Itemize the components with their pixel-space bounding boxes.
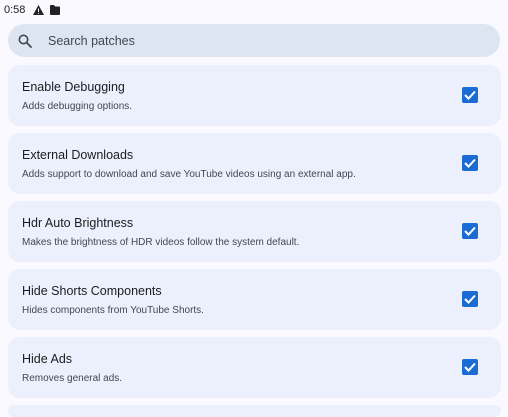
check-icon <box>464 362 476 372</box>
patch-checkbox[interactable] <box>462 359 478 375</box>
patch-description: Removes general ads. <box>22 373 123 384</box>
check-icon <box>464 294 476 304</box>
patch-checkbox[interactable] <box>462 291 478 307</box>
patch-title: Hide Shorts Components <box>22 284 162 298</box>
check-icon <box>464 158 476 168</box>
patch-description: Adds support to download and save YouTub… <box>22 169 356 180</box>
sd-card-icon <box>50 5 61 15</box>
check-icon <box>464 90 476 100</box>
status-time: 0:58 <box>4 4 26 16</box>
patch-description: Adds debugging options. <box>22 101 133 112</box>
patch-card-hide-ads[interactable]: Hide Ads Removes general ads. <box>8 337 501 398</box>
search-input[interactable] <box>48 33 468 48</box>
patch-description: Hides components from YouTube Shorts. <box>22 305 204 316</box>
patch-card-enable-debugging[interactable]: Enable Debugging Adds debugging options. <box>8 65 501 126</box>
search-icon <box>18 34 34 48</box>
patch-title: Hdr Auto Brightness <box>22 216 134 230</box>
patch-title: External Downloads <box>22 148 134 162</box>
patch-title: Enable Debugging <box>22 80 125 94</box>
search-bar[interactable] <box>8 24 500 57</box>
check-icon <box>464 226 476 236</box>
patch-checkbox[interactable] <box>462 223 478 239</box>
patch-card-hdr-auto-brightness[interactable]: Hdr Auto Brightness Makes the brightness… <box>8 201 501 262</box>
patch-checkbox[interactable] <box>462 87 478 103</box>
patch-card-partial[interactable] <box>8 405 501 417</box>
patch-title: Hide Ads <box>22 352 73 366</box>
warning-icon <box>33 5 45 15</box>
patch-checkbox[interactable] <box>462 155 478 171</box>
patch-list: Enable Debugging Adds debugging options.… <box>8 65 501 417</box>
patch-description: Makes the brightness of HDR videos follo… <box>22 237 300 248</box>
patch-card-external-downloads[interactable]: External Downloads Adds support to downl… <box>8 133 501 194</box>
status-bar: 0:58 <box>0 0 508 20</box>
patch-card-hide-shorts-components[interactable]: Hide Shorts Components Hides components … <box>8 269 501 330</box>
